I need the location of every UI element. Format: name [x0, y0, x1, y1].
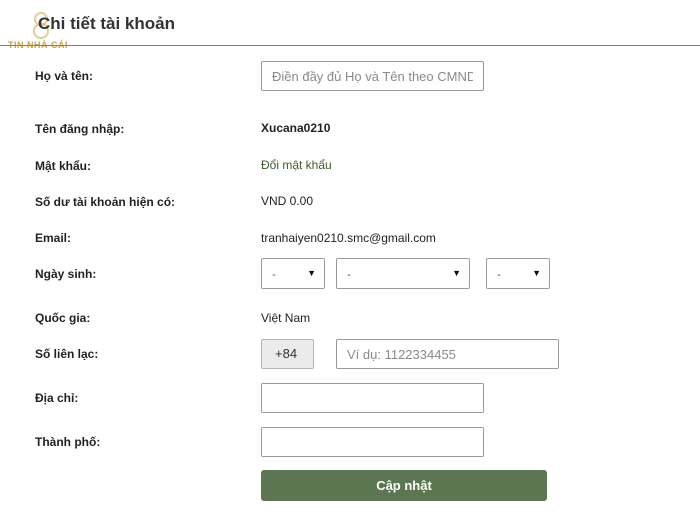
phone-country-code: +84 — [261, 339, 314, 369]
phone-input[interactable] — [336, 339, 559, 369]
username-label: Tên đăng nhập: — [35, 122, 125, 136]
full-name-input[interactable] — [261, 61, 484, 91]
password-label: Mật khẩu: — [35, 159, 92, 173]
chevron-down-icon: ▼ — [452, 268, 461, 278]
birthday-month-value: - — [347, 267, 351, 281]
full-name-label: Họ và tên: — [35, 69, 94, 83]
birthday-year-select[interactable]: - ▼ — [486, 258, 550, 289]
address-input[interactable] — [261, 383, 484, 413]
update-button[interactable]: Cập nhật — [261, 470, 547, 501]
birthday-year-value: - — [497, 267, 501, 281]
email-label: Email: — [35, 231, 72, 245]
balance-value: VND 0.00 — [261, 194, 314, 208]
birthday-day-value: - — [272, 267, 276, 281]
page-title: Chi tiết tài khoản — [38, 14, 175, 33]
city-label: Thành phố: — [35, 435, 101, 449]
country-label: Quốc gia: — [35, 311, 91, 325]
email-value: tranhaiyen0210.smc@gmail.com — [261, 231, 436, 245]
birthday-day-select[interactable]: - ▼ — [261, 258, 325, 289]
phone-label: Số liên lạc: — [35, 347, 99, 361]
username-value: Xucana0210 — [261, 121, 331, 135]
country-value: Việt Nam — [261, 311, 311, 325]
change-password-link[interactable]: Đổi mật khẩu — [261, 158, 332, 172]
birthday-month-select[interactable]: - ▼ — [336, 258, 470, 289]
balance-label: Số dư tài khoản hiện có: — [35, 195, 176, 209]
chevron-down-icon: ▼ — [532, 268, 541, 278]
address-label: Địa chỉ: — [35, 391, 79, 405]
chevron-down-icon: ▼ — [307, 268, 316, 278]
birthday-label: Ngày sinh: — [35, 267, 97, 281]
city-input[interactable] — [261, 427, 484, 457]
account-details-page: TIN NHÀ CÁI Chi tiết tài khoản Họ và tên… — [0, 0, 700, 515]
header-divider — [0, 45, 700, 46]
